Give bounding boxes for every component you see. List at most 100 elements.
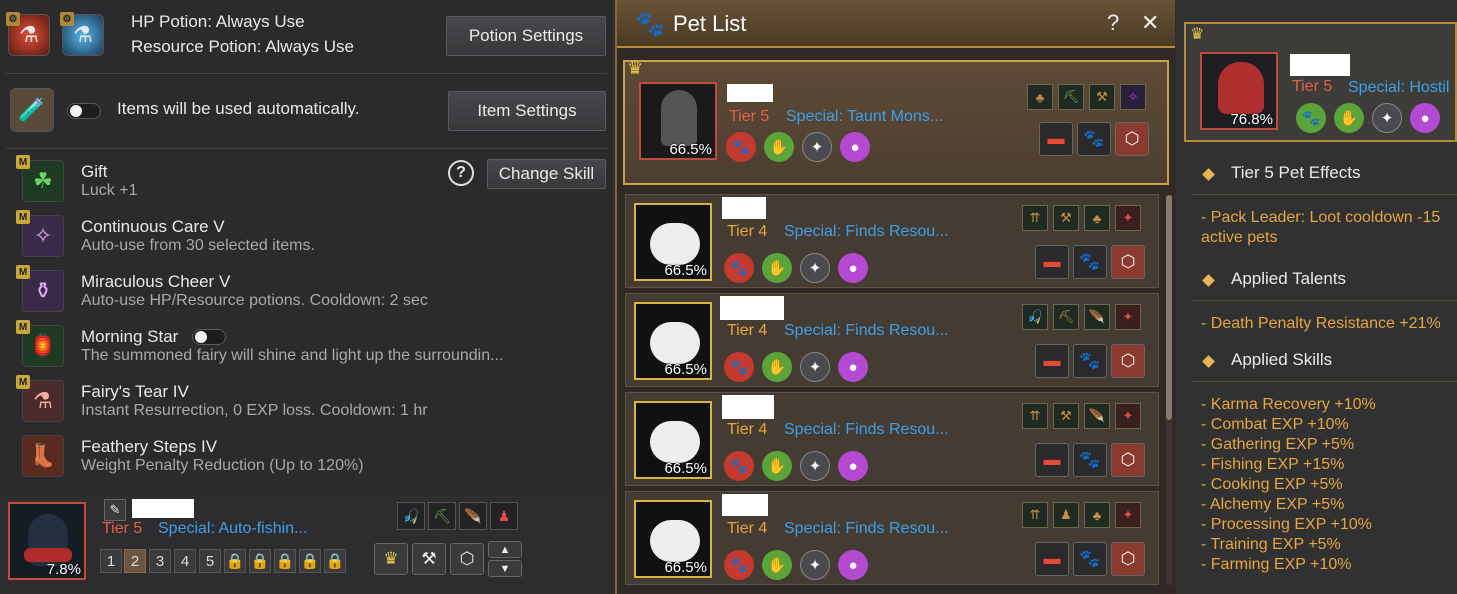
pet-portrait[interactable]: 76.8% xyxy=(1200,52,1278,130)
window-title: Pet List xyxy=(673,11,747,36)
creature-silhouette xyxy=(661,90,697,146)
item-settings-button[interactable]: Item Settings xyxy=(448,91,606,131)
potion-settings-button[interactable]: Potion Settings xyxy=(446,16,606,56)
pet-portrait[interactable]: 66.5% xyxy=(634,203,712,281)
lock-icon: 🔒 xyxy=(299,549,321,573)
feed-icon[interactable]: ▬ xyxy=(1035,542,1069,576)
paw-action-icon[interactable]: 🐾 xyxy=(1073,344,1107,378)
box-icon[interactable]: ⬡ xyxy=(450,543,484,575)
release-icon[interactable]: ⬡ xyxy=(1111,245,1145,279)
effect-line: - Pack Leader: Loot cooldown -15 xyxy=(1201,209,1441,226)
skill-bag-icon: ● xyxy=(838,352,868,382)
edit-name-icon[interactable]: ✎ xyxy=(104,499,126,521)
pet-tier: Tier 4 xyxy=(727,520,768,537)
bullet-diamond-icon xyxy=(1202,355,1215,368)
pet-name-box xyxy=(132,499,194,518)
pet-portrait[interactable]: 66.5% xyxy=(634,500,712,578)
pet-card[interactable]: 66.5% Tier 4 Special: Finds Resou... 🐾 ✋… xyxy=(625,194,1159,288)
pet-name-box xyxy=(722,197,766,219)
skill-bag-icon: ● xyxy=(838,550,868,580)
talent-icon: 🪶 xyxy=(1084,403,1110,429)
pet-portrait[interactable]: 66.5% xyxy=(639,82,717,160)
pet-card[interactable]: 66.5% Tier 4 Special: Finds Resou... 🐾 ✋… xyxy=(625,491,1159,585)
item-bag-icon[interactable]: 🧪 xyxy=(10,88,54,132)
pet-card[interactable]: 66.5% Tier 4 Special: Finds Resou... 🐾 ✋… xyxy=(625,392,1159,486)
skill-bag-icon: ● xyxy=(1410,103,1440,133)
talent-icon: ⇈ xyxy=(1022,403,1048,429)
release-icon[interactable]: ⬡ xyxy=(1115,122,1149,156)
feed-icon[interactable]: ▬ xyxy=(1035,245,1069,279)
resource-potion-slot[interactable]: ⚗ ⚙ xyxy=(60,12,108,60)
skill-title: Morning Star xyxy=(81,327,179,346)
hp-potion-setting: HP Potion: Always Use xyxy=(131,12,305,31)
release-icon[interactable]: ⬡ xyxy=(1111,542,1145,576)
skill-run-icon: 🐾 xyxy=(724,352,754,382)
skill-hand-icon: ✋ xyxy=(762,451,792,481)
pet-card[interactable]: 66.5% Tier 4 Special: Finds Resou... 🐾 ✋… xyxy=(625,293,1159,387)
release-icon[interactable]: ⬡ xyxy=(1111,344,1145,378)
rabbit-silhouette xyxy=(650,421,700,463)
help-icon[interactable]: ? xyxy=(448,160,474,186)
pet-card-selected[interactable]: ♛ 66.5% Tier 5 Special: Taunt Mons... 🐾 … xyxy=(623,58,1169,185)
divider xyxy=(6,73,607,74)
crown-icon: ♛ xyxy=(1190,26,1205,43)
dragon-silhouette xyxy=(1218,62,1264,114)
slot-button[interactable]: 5 xyxy=(199,549,221,573)
help-icon[interactable]: ? xyxy=(1107,10,1119,36)
red-scarf xyxy=(24,548,72,562)
paw-action-icon[interactable]: 🐾 xyxy=(1073,443,1107,477)
talent-line: - Death Penalty Resistance +21% xyxy=(1201,315,1441,332)
release-icon[interactable]: ⬡ xyxy=(1111,443,1145,477)
paw-action-icon[interactable]: 🐾 xyxy=(1073,542,1107,576)
arrow-down-icon[interactable]: ▼ xyxy=(488,560,522,577)
rabbit-silhouette xyxy=(650,520,700,562)
feed-icon[interactable]: ▬ xyxy=(1035,443,1069,477)
feed-icon[interactable]: ▬ xyxy=(1039,122,1073,156)
skill-compass-icon: ✦ xyxy=(800,253,830,283)
slot-button[interactable]: 1 xyxy=(100,549,122,573)
pet-special: Special: Finds Resou... xyxy=(784,223,949,240)
close-icon[interactable]: ✕ xyxy=(1141,10,1159,36)
m-badge-icon: M xyxy=(16,375,30,389)
change-skill-button[interactable]: Change Skill xyxy=(487,159,606,189)
slot-button[interactable]: 4 xyxy=(174,549,196,573)
talent-icon: ♣ xyxy=(1084,205,1110,231)
resource-potion-setting: Resource Potion: Always Use xyxy=(131,37,354,56)
skill-compass-icon: ✦ xyxy=(800,550,830,580)
skill-title: Miraculous Cheer V xyxy=(81,272,231,291)
arrow-up-icon[interactable]: ▲ xyxy=(488,541,522,558)
feed-icon[interactable]: ▬ xyxy=(1035,344,1069,378)
crown-icon[interactable]: ♛ xyxy=(374,543,408,575)
skill-run-icon: 🐾 xyxy=(724,253,754,283)
paw-action-icon[interactable]: 🐾 xyxy=(1073,245,1107,279)
pet-portrait[interactable]: 7.8% xyxy=(8,502,86,580)
lock-icon: 🔒 xyxy=(324,549,346,573)
talent-icon: ♣ xyxy=(1084,502,1110,528)
pet-hunger-pct: 7.8% xyxy=(46,561,81,578)
slot-button-selected[interactable]: 2 xyxy=(124,549,146,573)
pet-portrait[interactable]: 66.5% xyxy=(634,302,712,380)
unequip-icon[interactable]: ⚒ xyxy=(412,543,446,575)
paw-action-icon[interactable]: 🐾 xyxy=(1077,122,1111,156)
divider xyxy=(6,148,607,149)
slot-button[interactable]: 3 xyxy=(149,549,171,573)
skill-desc: Instant Resurrection, 0 EXP loss. Cooldo… xyxy=(81,402,428,419)
wing-icon: 🪶 xyxy=(459,502,487,530)
pet-name-box xyxy=(727,84,773,102)
pet-portrait[interactable]: 66.5% xyxy=(634,401,712,479)
pet-name-box xyxy=(722,395,774,419)
skill-bag-icon: ● xyxy=(838,451,868,481)
pet-tier: Tier 5 xyxy=(729,108,770,125)
scroll-thumb[interactable] xyxy=(1166,195,1172,420)
skill-hand-icon: ✋ xyxy=(762,550,792,580)
pet-special: Special: Taunt Mons... xyxy=(786,108,944,125)
scrollbar[interactable] xyxy=(1166,195,1172,585)
pet-detail-card: ♛ 76.8% Tier 5 Special: Hostil 🐾 ✋ ✦ ● xyxy=(1184,22,1457,142)
morning-star-toggle[interactable] xyxy=(192,329,226,345)
pet-hunger-pct: 66.5% xyxy=(669,141,712,158)
pet-hunger-pct: 66.5% xyxy=(664,361,707,378)
divider xyxy=(1192,300,1457,301)
items-auto-toggle[interactable] xyxy=(67,103,101,119)
hp-potion-slot[interactable]: ⚗ ⚙ xyxy=(6,12,54,60)
skill-desc: Auto-use HP/Resource potions. Cooldown: … xyxy=(81,292,428,309)
